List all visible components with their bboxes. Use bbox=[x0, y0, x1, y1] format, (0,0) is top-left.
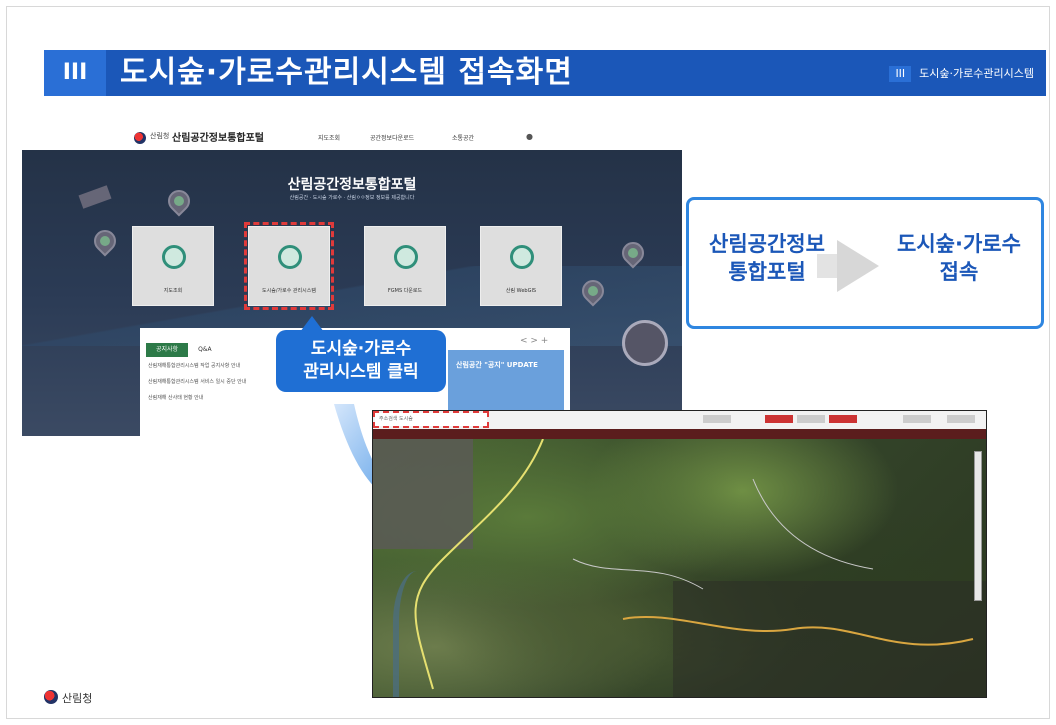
portal-subheading: 산림공간 · 도시숲 가로수 · 산림ㅇㅇ정보 정보를 제공합니다 bbox=[289, 195, 415, 201]
nav-item-map[interactable]: 지도조회 bbox=[318, 133, 340, 142]
section-number: III bbox=[44, 50, 106, 96]
globe-icon bbox=[162, 245, 186, 269]
tile-urban-forest-system[interactable]: 도시숲/가로수 관리시스템 bbox=[244, 222, 334, 310]
tab-notice[interactable]: 공지사항 bbox=[146, 343, 189, 357]
korea-emblem-icon bbox=[44, 690, 58, 704]
breadcrumb-tag: III bbox=[889, 66, 912, 82]
map-screenshot: 주소검색 도시숲 bbox=[372, 410, 987, 698]
breadcrumb-text: 도시숲·가로수관리시스템 bbox=[919, 67, 1034, 80]
flow-to-line-2: 접속 bbox=[939, 260, 979, 284]
notice-tabs: 공지사항 Q&A bbox=[146, 336, 222, 357]
tile-map-view[interactable]: 지도조회 bbox=[132, 226, 214, 306]
map-roads bbox=[414, 439, 974, 690]
tile-forest-webgis[interactable]: 산림 WebGIS bbox=[480, 226, 562, 306]
callout-line-1: 도시숲·가로수 bbox=[310, 339, 412, 359]
flow-arrow-body bbox=[817, 254, 839, 278]
map-tool-button[interactable] bbox=[797, 415, 825, 423]
portal-heading: 산림공간정보통합포털 bbox=[287, 177, 417, 193]
nav-item-community[interactable]: 소통공간 bbox=[452, 133, 474, 142]
zoom-slider[interactable] bbox=[974, 451, 982, 601]
map-toolbar: 주소검색 도시숲 bbox=[373, 411, 986, 429]
map-subbar bbox=[373, 429, 986, 439]
flow-from: 산림공간정보 통합포털 bbox=[697, 230, 837, 286]
map-pin-icon bbox=[89, 225, 121, 257]
tile-fgms-download[interactable]: FGMS 다운로드 bbox=[364, 226, 446, 306]
flower-icon bbox=[394, 245, 418, 269]
map-tool-button[interactable] bbox=[947, 415, 975, 423]
map-tool-button[interactable] bbox=[703, 415, 731, 423]
flow-from-line-2: 통합포털 bbox=[728, 260, 806, 284]
map-tool-button[interactable] bbox=[903, 415, 931, 423]
footer-agency: 산림청 bbox=[62, 692, 93, 705]
map-tool-button[interactable] bbox=[829, 415, 857, 423]
flow-diagram: 산림공간정보 통합포털 도시숲·가로수 접속 bbox=[686, 197, 1044, 329]
flow-to: 도시숲·가로수 접속 bbox=[879, 230, 1039, 286]
flow-to-line-1: 도시숲·가로수 bbox=[897, 232, 1021, 256]
page-title: 도시숲·가로수관리시스템 접속화면 bbox=[120, 55, 573, 90]
arrow-right-icon bbox=[837, 240, 879, 292]
tile-label: 지도조회 bbox=[163, 288, 183, 294]
update-banner[interactable]: 산림공간 "공지" UPDATE bbox=[448, 350, 564, 410]
portal-agency: 산림청 bbox=[150, 132, 170, 140]
nav-item-download[interactable]: 공간정보다운로드 bbox=[370, 133, 414, 142]
callout-line-2: 관리시스템 클릭 bbox=[303, 362, 419, 382]
korea-emblem-icon bbox=[134, 132, 146, 144]
tile-label: FGMS 다운로드 bbox=[387, 288, 423, 294]
tile-label: 산림 WebGIS bbox=[505, 288, 537, 294]
webgis-icon bbox=[510, 245, 534, 269]
flow-from-line-1: 산림공간정보 bbox=[709, 232, 825, 256]
user-icon[interactable]: ● bbox=[526, 132, 533, 141]
breadcrumb: III 도시숲·가로수관리시스템 bbox=[889, 66, 1034, 82]
notice-pager[interactable]: < > + bbox=[520, 336, 548, 346]
tile-label: 도시숲/가로수 관리시스템 bbox=[262, 288, 316, 294]
click-callout: 도시숲·가로수 관리시스템 클릭 bbox=[276, 330, 446, 392]
portal-navbar: 산림청 산림공간정보통합포털 지도조회 공간정보다운로드 소통공간 ● bbox=[22, 124, 682, 150]
tab-qna[interactable]: Q&A bbox=[188, 343, 222, 357]
map-pin-icon bbox=[617, 237, 649, 269]
portal-logo-text[interactable]: 산림공간정보통합포털 bbox=[172, 129, 264, 144]
satellite-dish-icon bbox=[622, 320, 668, 366]
tree-icon bbox=[278, 245, 302, 269]
map-tool-button[interactable] bbox=[765, 415, 793, 423]
map-search-input[interactable]: 주소검색 도시숲 bbox=[373, 411, 489, 428]
